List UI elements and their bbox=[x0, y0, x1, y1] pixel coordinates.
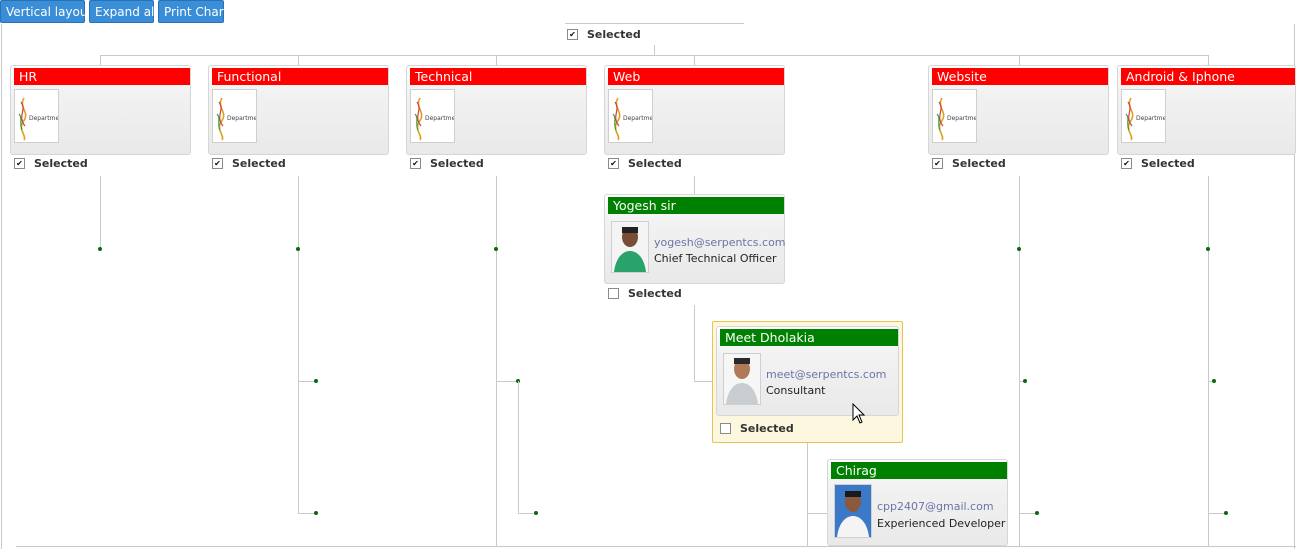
root-card-edge bbox=[565, 23, 744, 24]
department-title: Android & Iphone bbox=[1121, 68, 1295, 85]
connector bbox=[298, 176, 299, 514]
department-card-website[interactable]: Website Department bbox=[928, 65, 1109, 155]
svg-text:Department: Department bbox=[425, 115, 454, 122]
connector bbox=[1019, 55, 1020, 65]
connector bbox=[100, 55, 1209, 56]
connector bbox=[100, 55, 101, 65]
svg-text:Department: Department bbox=[623, 115, 652, 122]
checkbox-unchecked[interactable] bbox=[720, 422, 731, 434]
employee-card-yogesh[interactable]: Yogesh sir yogesh@serpentcs.com Chief Te… bbox=[604, 194, 786, 284]
employee-name: Meet Dholakia bbox=[720, 329, 898, 346]
checkbox-checked[interactable]: ✔ bbox=[410, 157, 421, 169]
employee-photo bbox=[834, 484, 872, 538]
connector-node bbox=[1212, 379, 1216, 383]
connector bbox=[694, 381, 714, 382]
employee-name: Yogesh sir bbox=[608, 197, 784, 214]
connector-node bbox=[296, 247, 300, 251]
vertical-layout-button[interactable]: Vertical layout bbox=[0, 0, 92, 23]
employee-job-title: Chief Technical Officer bbox=[654, 252, 777, 265]
department-logo-icon: Department bbox=[14, 89, 59, 143]
connector-node bbox=[98, 247, 102, 251]
department-title: Web bbox=[608, 68, 784, 85]
connector bbox=[654, 45, 655, 55]
connector-node bbox=[1035, 511, 1039, 515]
connector-node bbox=[314, 379, 318, 383]
svg-text:Department: Department bbox=[227, 115, 256, 122]
mouse-cursor-icon bbox=[852, 402, 866, 425]
employee-email[interactable]: cpp2407@gmail.com bbox=[877, 500, 994, 513]
employee-selected[interactable]: Selected bbox=[608, 287, 682, 301]
department-selected[interactable]: ✔ Selected bbox=[608, 157, 682, 171]
chart-frame-left bbox=[1, 24, 2, 549]
employee-photo bbox=[611, 221, 649, 273]
checkbox-checked[interactable]: ✔ bbox=[608, 157, 619, 169]
department-selected[interactable]: ✔ Selected bbox=[212, 157, 286, 171]
chart-frame-bottom bbox=[16, 546, 1296, 547]
employee-card-chirag[interactable]: Chirag cpp2407@gmail.com Experienced Dev… bbox=[827, 459, 1008, 546]
department-title: Technical bbox=[410, 68, 586, 85]
connector bbox=[694, 55, 695, 65]
employee-email[interactable]: yogesh@serpentcs.com bbox=[654, 236, 786, 249]
connector-node bbox=[494, 247, 498, 251]
connector bbox=[496, 381, 518, 382]
department-selected[interactable]: ✔ Selected bbox=[932, 157, 1006, 171]
department-card-hr[interactable]: HR Department bbox=[10, 65, 191, 155]
connector bbox=[694, 305, 695, 382]
department-title: HR bbox=[14, 68, 190, 85]
employee-job-title: Consultant bbox=[766, 384, 826, 397]
department-selected[interactable]: ✔ Selected bbox=[1121, 157, 1195, 171]
checkbox-unchecked[interactable] bbox=[608, 287, 619, 299]
department-card-functional[interactable]: Functional Department bbox=[208, 65, 389, 155]
connector bbox=[518, 381, 519, 514]
svg-text:Department: Department bbox=[1136, 115, 1165, 122]
connector bbox=[807, 443, 808, 546]
connector bbox=[694, 176, 695, 194]
checkbox-checked[interactable]: ✔ bbox=[212, 157, 223, 169]
connector-node bbox=[1023, 379, 1027, 383]
employee-email[interactable]: meet@serpentcs.com bbox=[766, 368, 886, 381]
connector-node bbox=[534, 511, 538, 515]
connector bbox=[807, 513, 827, 514]
print-chart-button[interactable]: Print Chart bbox=[158, 0, 228, 23]
department-card-web[interactable]: Web Department bbox=[604, 65, 785, 155]
employee-card-meet[interactable]: Meet Dholakia meet@serpentcs.com Consult… bbox=[716, 326, 899, 416]
department-logo-icon: Department bbox=[1121, 89, 1166, 143]
connector bbox=[1208, 176, 1209, 546]
connector-node bbox=[1017, 247, 1021, 251]
department-title: Website bbox=[932, 68, 1108, 85]
svg-text:Department: Department bbox=[29, 115, 58, 122]
department-card-android-iphone[interactable]: Android & Iphone Department bbox=[1117, 65, 1296, 155]
department-card-technical[interactable]: Technical Department bbox=[406, 65, 587, 155]
checkbox-checked[interactable]: ✔ bbox=[932, 157, 943, 169]
department-logo-icon: Department bbox=[410, 89, 455, 143]
root-selected[interactable]: ✔ Selected bbox=[567, 28, 641, 42]
connector bbox=[496, 176, 497, 546]
department-title: Functional bbox=[212, 68, 388, 85]
connector bbox=[1208, 55, 1209, 65]
connector bbox=[298, 55, 299, 65]
employee-job-title: Experienced Developer bbox=[877, 517, 1006, 530]
department-selected[interactable]: ✔ Selected bbox=[410, 157, 484, 171]
department-logo-icon: Department bbox=[608, 89, 653, 143]
employee-name: Chirag bbox=[831, 462, 1007, 479]
department-logo-icon: Department bbox=[932, 89, 977, 143]
connector bbox=[496, 55, 497, 65]
svg-text:Department: Department bbox=[947, 115, 976, 122]
department-logo-icon: Department bbox=[212, 89, 257, 143]
connector bbox=[100, 176, 101, 249]
checkbox-checked[interactable]: ✔ bbox=[14, 157, 25, 169]
employee-selected[interactable]: Selected bbox=[720, 422, 794, 436]
employee-photo bbox=[723, 353, 761, 405]
checkbox-checked[interactable]: ✔ bbox=[1121, 157, 1132, 169]
checkbox-checked[interactable]: ✔ bbox=[567, 28, 578, 40]
department-selected[interactable]: ✔ Selected bbox=[14, 157, 88, 171]
connector-node bbox=[1224, 511, 1228, 515]
connector bbox=[1019, 176, 1020, 546]
connector-node bbox=[1206, 247, 1210, 251]
expand-all-button[interactable]: Expand all bbox=[89, 0, 158, 23]
connector-node bbox=[314, 511, 318, 515]
